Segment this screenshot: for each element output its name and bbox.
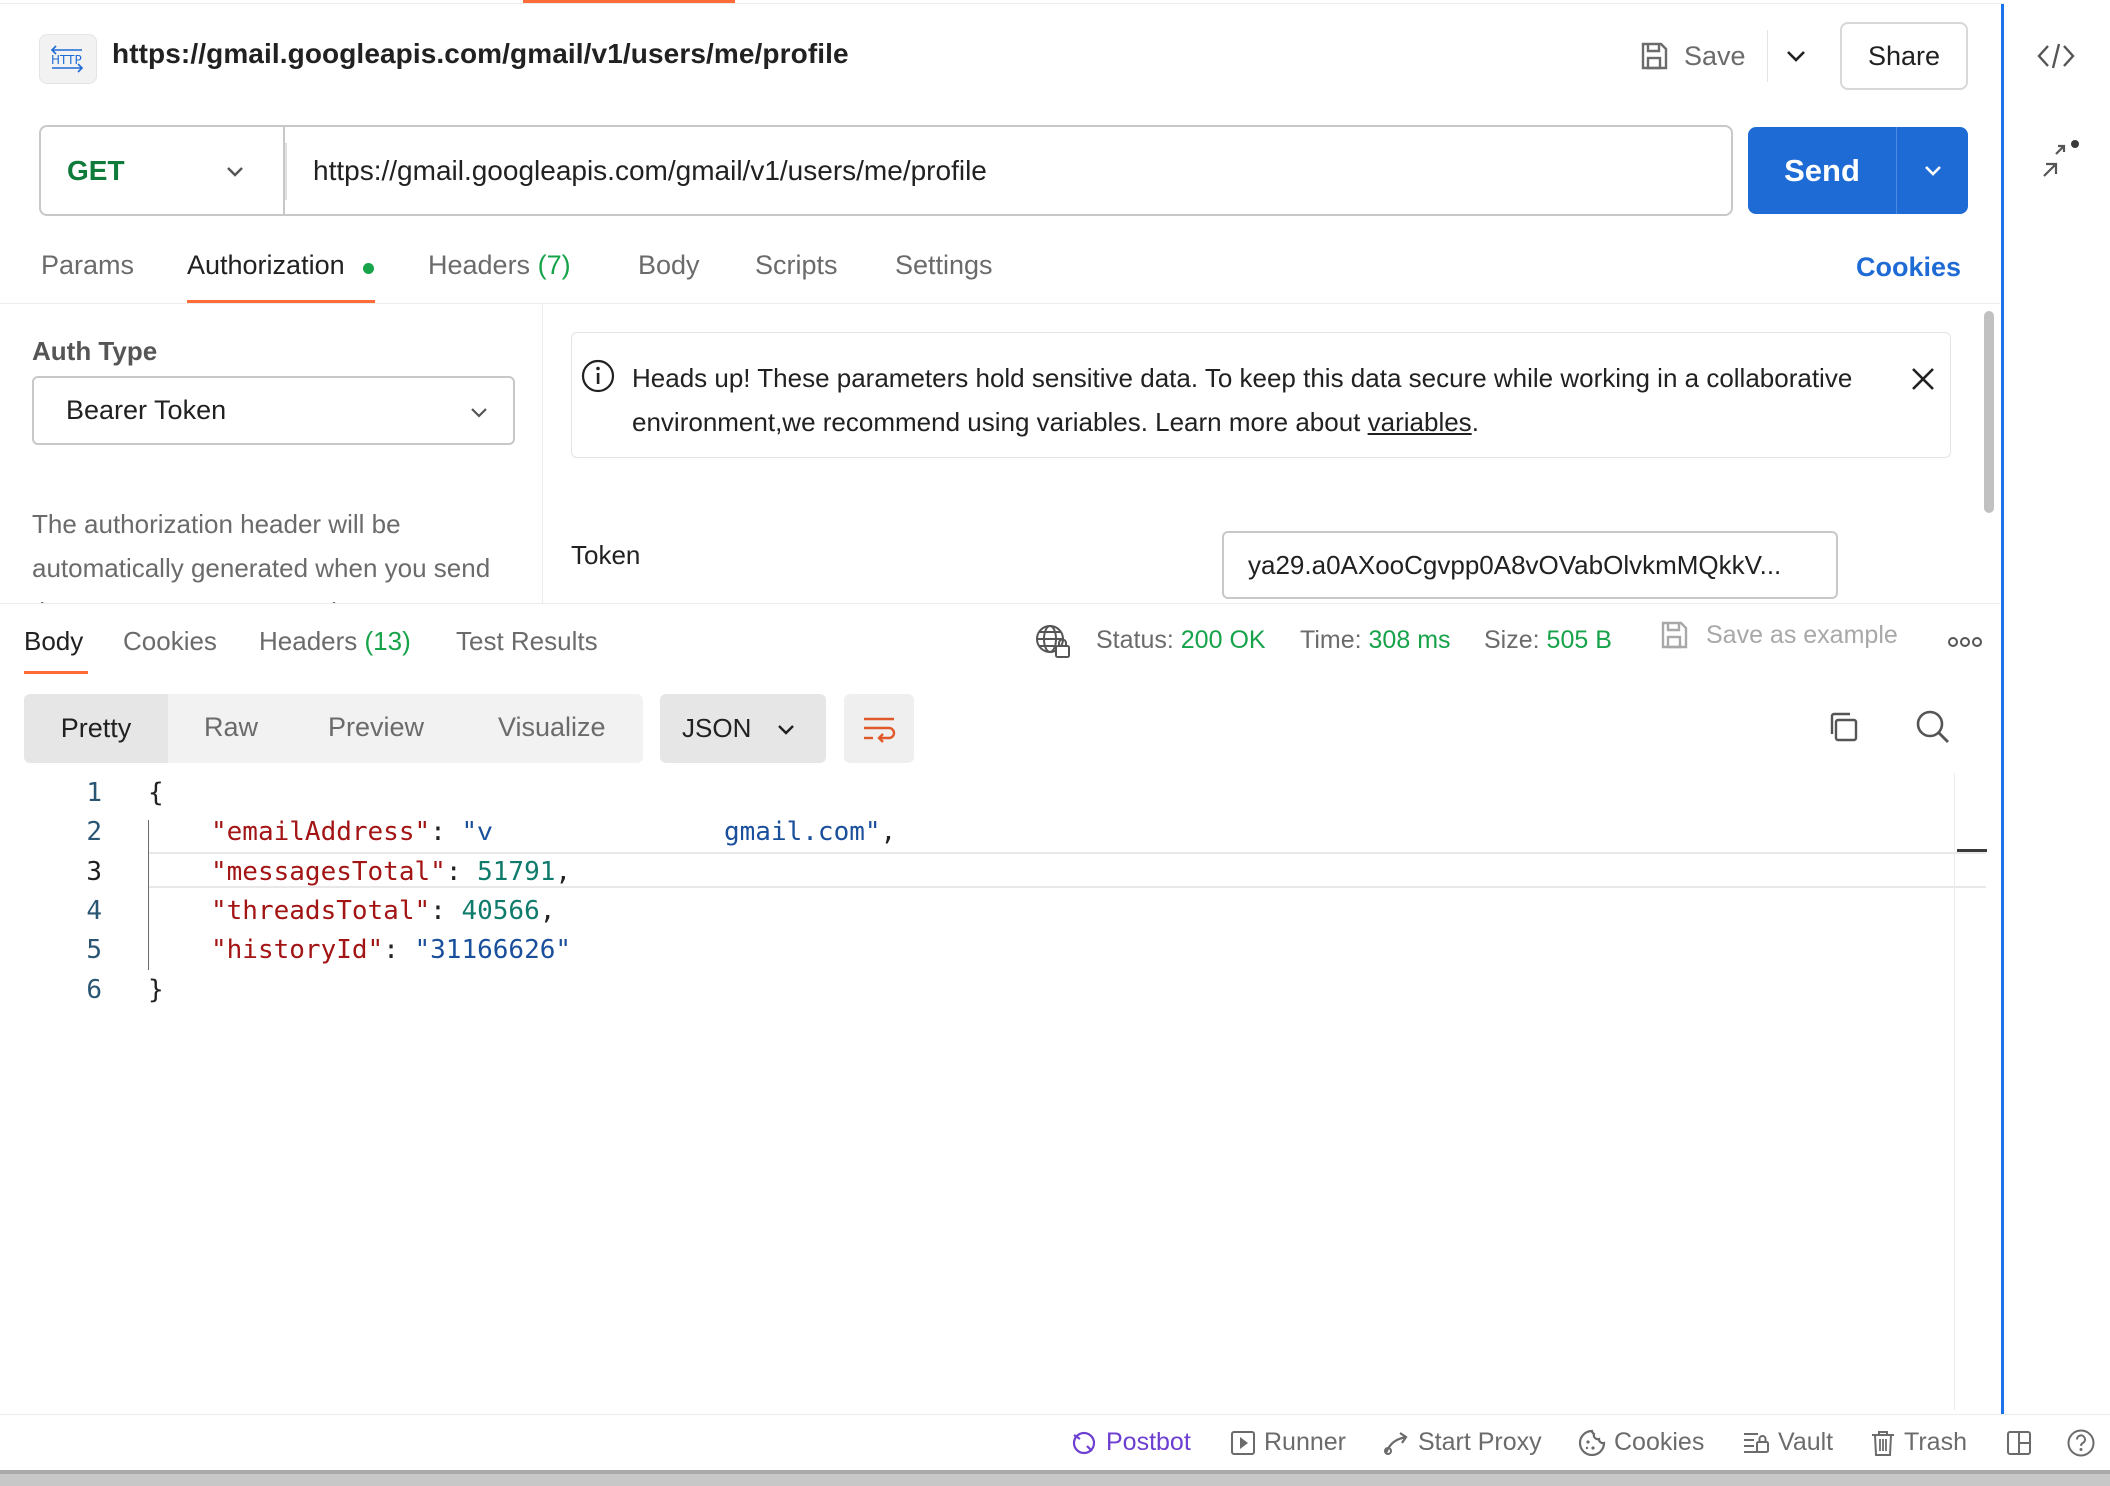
right-sidebar [2001, 4, 2110, 1414]
help-icon[interactable] [2066, 1428, 2096, 1458]
line-number: 6 [86, 975, 102, 1005]
vault-button[interactable]: Vault [1742, 1428, 1833, 1457]
start-proxy-button[interactable]: Start Proxy [1382, 1428, 1542, 1457]
json-key: "emailAddress" [211, 817, 431, 847]
vault-label: Vault [1778, 1428, 1834, 1456]
cookies-label: Cookies [1614, 1428, 1705, 1456]
json-string: "31166626" [414, 935, 572, 965]
collapse-panel-icon[interactable] [2040, 140, 2080, 180]
json-key: "threadsTotal" [211, 896, 431, 926]
json-string: "ᴠ [461, 817, 493, 847]
cookies-button[interactable]: Cookies [1578, 1428, 1704, 1457]
cookie-icon [1578, 1429, 1606, 1456]
postbot-button[interactable]: Postbot [1070, 1428, 1191, 1457]
line-number: 2 [86, 817, 102, 847]
code-line: "emailAddress": "ᴠ [211, 817, 493, 847]
runner-button[interactable]: Runner [1230, 1428, 1346, 1457]
trash-button[interactable]: Trash [1870, 1428, 1967, 1457]
code-icon[interactable] [2036, 40, 2076, 72]
response-body-editor[interactable]: 1 2 3 4 5 6 { "emailAddress": "ᴠ gmail.c… [0, 0, 1955, 1410]
json-number: 40566 [461, 896, 540, 926]
json-key: "messagesTotal" [211, 857, 446, 887]
json-number: 51791 [477, 857, 556, 887]
play-icon [1231, 1430, 1255, 1455]
trash-icon [1872, 1430, 1894, 1456]
code-line: "threadsTotal": 40566, [211, 896, 556, 926]
minimap-cursor-marker [1957, 849, 1987, 852]
runner-label: Runner [1264, 1428, 1346, 1456]
postbot-icon [1072, 1431, 1096, 1454]
json-brace: } [148, 975, 164, 1005]
scrollbar[interactable] [1984, 311, 1994, 513]
code-line: gmail.com", [724, 817, 897, 847]
code-line: } [148, 975, 164, 1005]
proxy-icon [1384, 1431, 1408, 1455]
json-brace: { [148, 778, 164, 808]
postbot-label: Postbot [1106, 1428, 1191, 1456]
vault-icon [1744, 1432, 1769, 1453]
window-bottom-line [0, 1470, 2110, 1474]
two-pane-layout-icon[interactable] [2006, 1430, 2032, 1456]
json-string: gmail.com" [724, 817, 881, 847]
start-proxy-label: Start Proxy [1418, 1428, 1542, 1456]
line-number: 5 [86, 935, 102, 965]
code-line: "messagesTotal": 51791, [211, 857, 572, 887]
line-number: 1 [86, 778, 102, 808]
json-key: "historyId" [211, 935, 384, 965]
code-line: { [148, 778, 164, 808]
line-number: 3 [86, 857, 102, 887]
minimap-border [1954, 773, 1955, 1410]
code-line: "historyId": "31166626" [211, 935, 572, 965]
trash-label: Trash [1904, 1428, 1967, 1456]
line-number: 4 [86, 896, 102, 926]
